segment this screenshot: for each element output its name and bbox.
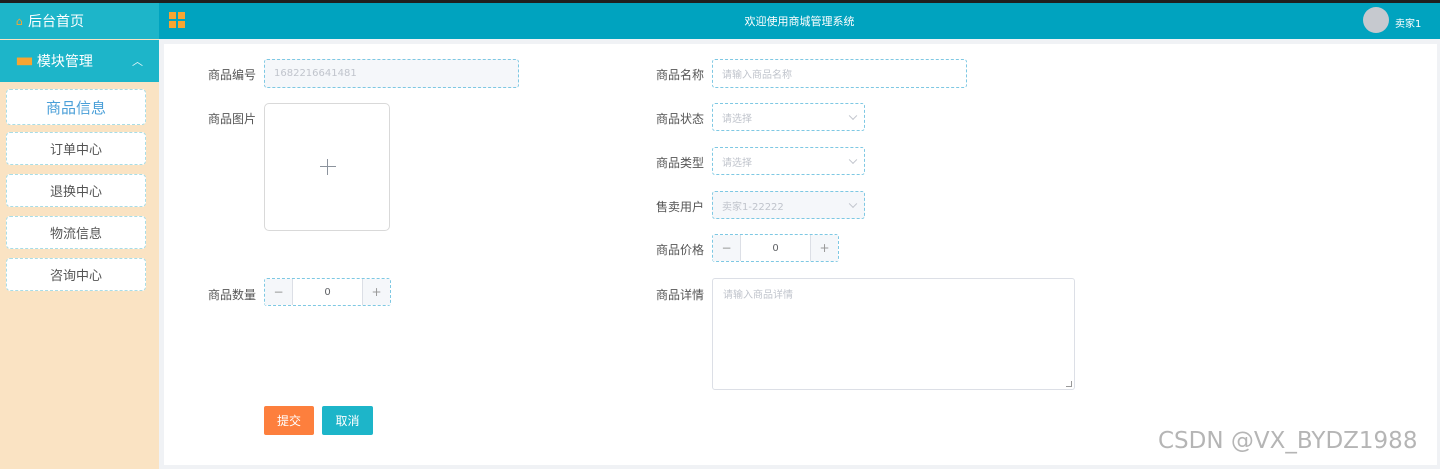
price-stepper[interactable]: − 0 + xyxy=(712,234,839,262)
price-value[interactable]: 0 xyxy=(741,235,810,261)
chevron-down-icon xyxy=(848,111,858,121)
sidebar-item-return-center[interactable]: 退换中心 xyxy=(6,174,146,207)
sidebar-item-consult-center[interactable]: 咨询中心 xyxy=(6,258,146,291)
price-decrease-button[interactable]: − xyxy=(713,235,741,261)
sidebar-module-group[interactable]: ■■ 模块管理 ︿ xyxy=(0,40,159,82)
sidebar-home-label: 后台首页 xyxy=(27,14,84,30)
username[interactable]: 卖家1 xyxy=(1395,15,1421,30)
details-textarea[interactable]: 请输入商品详情 xyxy=(712,278,1075,390)
product-type-select[interactable]: 请选择 xyxy=(712,147,865,175)
page-title: 欢迎使用商城管理系统 xyxy=(744,15,855,28)
sidebar-item-label: 退换中心 xyxy=(49,185,102,200)
sidebar-item-label: 咨询中心 xyxy=(49,269,102,284)
product-image-label: 商品图片 xyxy=(207,112,256,126)
sidebar-item-product-info[interactable]: 商品信息 xyxy=(6,89,146,125)
price-increase-button[interactable]: + xyxy=(810,235,838,261)
grid-icon: ■■ xyxy=(16,55,33,67)
resize-handle-icon[interactable] xyxy=(1066,381,1072,387)
product-status-placeholder: 请选择 xyxy=(722,113,752,125)
sidebar-module-label: 模块管理 xyxy=(36,54,93,70)
seller-select: 卖家1-22222 xyxy=(712,191,865,219)
product-type-label: 商品类型 xyxy=(655,156,704,170)
avatar[interactable] xyxy=(1363,7,1389,33)
quantity-decrease-button[interactable]: − xyxy=(265,279,293,305)
quantity-stepper[interactable]: − 0 + xyxy=(264,278,391,306)
image-upload[interactable] xyxy=(264,103,390,231)
sidebar-item-logistics[interactable]: 物流信息 xyxy=(6,216,146,249)
product-status-select[interactable]: 请选择 xyxy=(712,103,865,131)
product-status-label: 商品状态 xyxy=(655,112,704,126)
seller-value: 卖家1-22222 xyxy=(722,201,784,213)
quantity-increase-button[interactable]: + xyxy=(362,279,390,305)
plus-icon xyxy=(320,166,336,167)
chevron-up-icon: ︿ xyxy=(132,55,143,68)
product-no-value: 1682216641481 xyxy=(274,68,357,79)
product-name-label: 商品名称 xyxy=(655,68,704,82)
product-no-field: 1682216641481 xyxy=(264,59,519,88)
cancel-button[interactable]: 取消 xyxy=(322,406,373,435)
sidebar-item-label: 商品信息 xyxy=(45,98,106,117)
sidebar-item-label: 物流信息 xyxy=(49,227,102,242)
product-name-placeholder: 请输入商品名称 xyxy=(722,70,792,81)
watermark: CSDN @VX_BYDZ1988 xyxy=(1158,428,1418,454)
chevron-down-icon xyxy=(848,155,858,165)
quantity-value[interactable]: 0 xyxy=(293,279,362,305)
seller-label: 售卖用户 xyxy=(655,200,704,214)
submit-button[interactable]: 提交 xyxy=(264,406,314,435)
details-placeholder: 请输入商品详情 xyxy=(723,290,793,301)
quantity-label: 商品数量 xyxy=(207,288,256,302)
sidebar-item-label: 订单中心 xyxy=(49,143,102,158)
details-label: 商品详情 xyxy=(655,288,704,302)
product-name-input[interactable]: 请输入商品名称 xyxy=(712,59,967,88)
header: 欢迎使用商城管理系统 卖家1 xyxy=(159,3,1440,39)
sidebar-home[interactable]: ⌂ 后台首页 xyxy=(0,3,159,39)
product-no-label: 商品编号 xyxy=(207,68,256,82)
price-label: 商品价格 xyxy=(655,243,704,257)
home-icon: ⌂ xyxy=(16,14,23,28)
sidebar-item-order-center[interactable]: 订单中心 xyxy=(6,132,146,165)
chevron-down-icon xyxy=(848,199,858,209)
main-content: 商品编号 1682216641481 商品图片 商品数量 − 0 + 商品名称 … xyxy=(164,44,1437,465)
product-type-placeholder: 请选择 xyxy=(722,157,752,169)
